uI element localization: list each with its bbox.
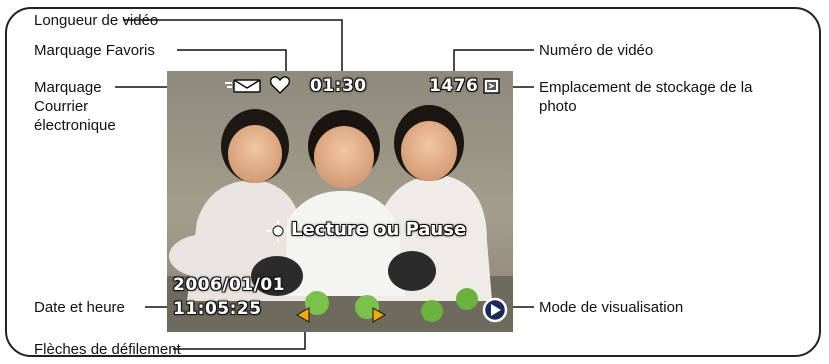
- right-arrow-icon: [372, 307, 386, 323]
- joystick-icon: [267, 220, 289, 242]
- label-video-length: Longueur de vidéo: [34, 12, 159, 29]
- left-arrow-icon: [296, 307, 310, 323]
- video-length-value: 01:30: [310, 76, 367, 96]
- label-email-tag: Marquage Courrier électronique: [34, 79, 116, 134]
- email-tag-icon: [225, 79, 261, 93]
- label-video-number: Numéro de vidéo: [539, 42, 654, 59]
- camera-screen: 01:30 1476 Lecture ou Pause 2006/01/01 1…: [167, 71, 513, 332]
- heart-icon: [270, 76, 290, 94]
- storage-card-icon: [483, 78, 500, 94]
- play-mode-icon: [482, 297, 508, 323]
- label-date-time: Date et heure: [34, 299, 125, 316]
- label-scroll-arrows: Flèches de défilement: [34, 341, 181, 358]
- time-value: 11:05:25: [173, 299, 262, 319]
- leader-scroll-arrows: [173, 330, 306, 350]
- label-favorite-tag: Marquage Favoris: [34, 42, 155, 59]
- play-pause-label: Lecture ou Pause: [291, 219, 467, 240]
- label-storage-location: Emplacement de stockage de la photo: [539, 79, 753, 115]
- video-number-value: 1476: [429, 76, 479, 96]
- label-review-mode: Mode de visualisation: [539, 299, 684, 316]
- date-value: 2006/01/01: [173, 275, 286, 295]
